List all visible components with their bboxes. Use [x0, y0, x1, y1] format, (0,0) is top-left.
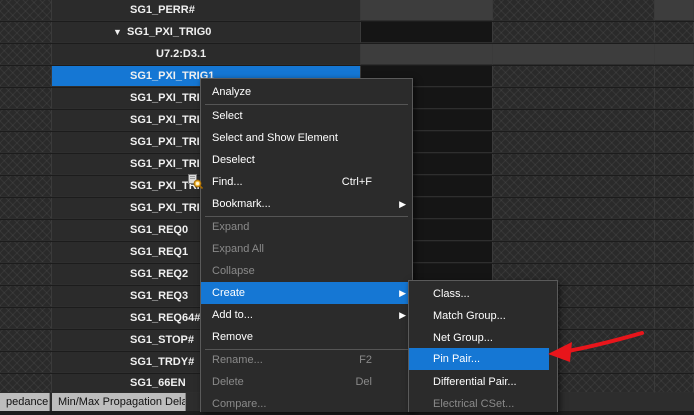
annotation-arrow-shaft	[566, 331, 644, 353]
annotation-arrow	[548, 331, 644, 362]
annotation-arrow-head	[548, 342, 572, 362]
